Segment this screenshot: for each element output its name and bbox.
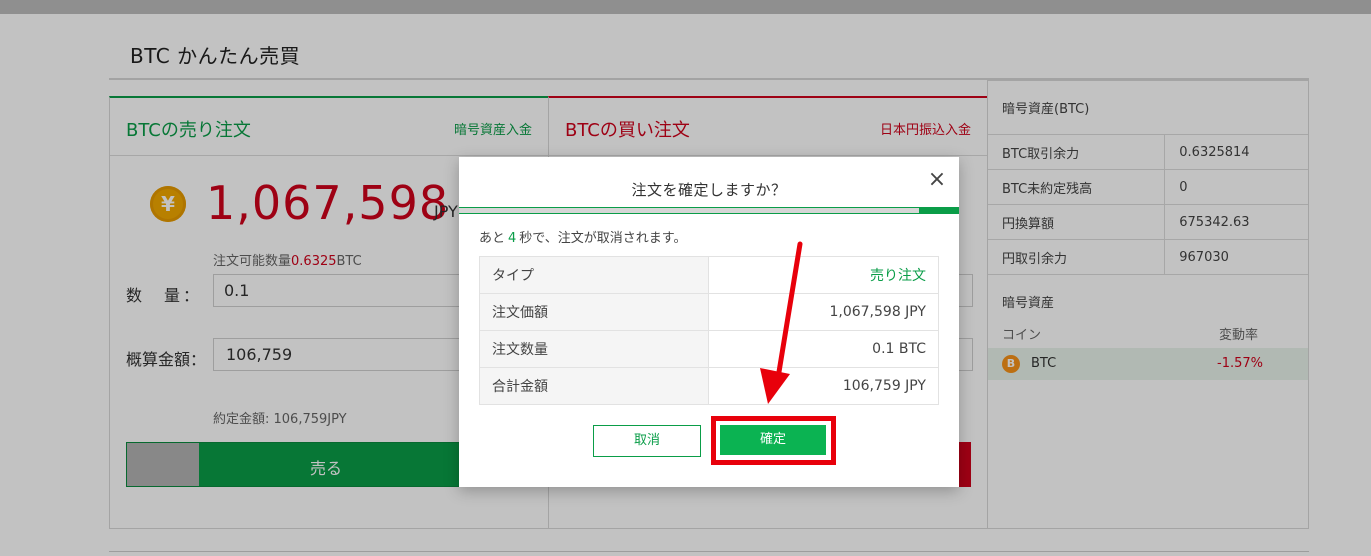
summary-label: 注文価額 xyxy=(479,293,709,331)
table-row: 注文数量 0.1 BTC xyxy=(479,330,939,368)
summary-label: タイプ xyxy=(479,256,709,294)
countdown-suffix: 秒で、注文が取消されます。 xyxy=(519,231,687,246)
confirm-button[interactable]: 確定 xyxy=(720,425,826,455)
progress-fill xyxy=(919,207,959,214)
summary-label: 合計金額 xyxy=(479,367,709,405)
countdown-prefix: あと xyxy=(479,231,506,246)
table-row: 合計金額 106,759 JPY xyxy=(479,367,939,405)
countdown-text: あと 4 秒で、注文が取消されます。 xyxy=(479,227,686,246)
order-summary-table: タイプ 売り注文 注文価額 1,067,598 JPY 注文数量 0.1 BTC… xyxy=(479,256,939,405)
summary-value: 1,067,598 JPY xyxy=(708,293,939,331)
table-row: タイプ 売り注文 xyxy=(479,256,939,294)
summary-value: 売り注文 xyxy=(708,256,939,294)
countdown-seconds: 4 xyxy=(508,231,517,246)
summary-label: 注文数量 xyxy=(479,330,709,368)
table-row: 注文価額 1,067,598 JPY xyxy=(479,293,939,331)
summary-value: 0.1 BTC xyxy=(708,330,939,368)
confirm-order-dialog: 注文を確定しますか？ × あと 4 秒で、注文が取消されます。 タイプ 売り注文 注… xyxy=(459,157,959,487)
countdown-progress-bar xyxy=(459,207,959,214)
close-icon[interactable]: × xyxy=(927,169,947,191)
cancel-button[interactable]: 取消 xyxy=(593,425,701,457)
summary-value: 106,759 JPY xyxy=(708,367,939,405)
dialog-title: 注文を確定しますか？ xyxy=(631,181,787,199)
